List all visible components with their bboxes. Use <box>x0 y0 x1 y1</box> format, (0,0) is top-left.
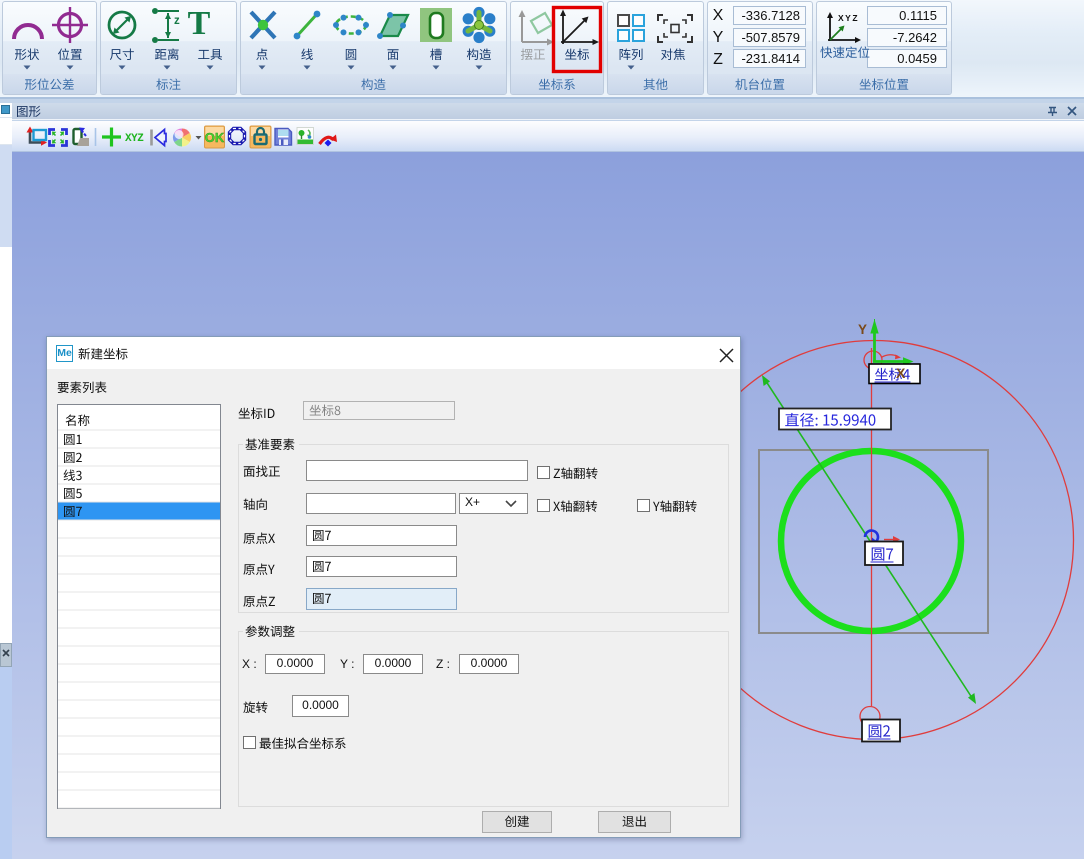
svg-text:X: X <box>896 365 906 381</box>
svg-text:T: T <box>188 5 211 42</box>
svg-text:Z: Z <box>713 51 723 68</box>
svg-text:Y: Y <box>858 322 867 337</box>
svg-text:z: z <box>174 15 180 27</box>
svg-text:Y: Y <box>713 29 724 46</box>
svg-text:OK: OK <box>205 130 225 145</box>
svg-text:XYZ: XYZ <box>125 133 144 145</box>
svg-text:XYZ: XYZ <box>838 13 859 23</box>
svg-text:X: X <box>713 7 724 24</box>
